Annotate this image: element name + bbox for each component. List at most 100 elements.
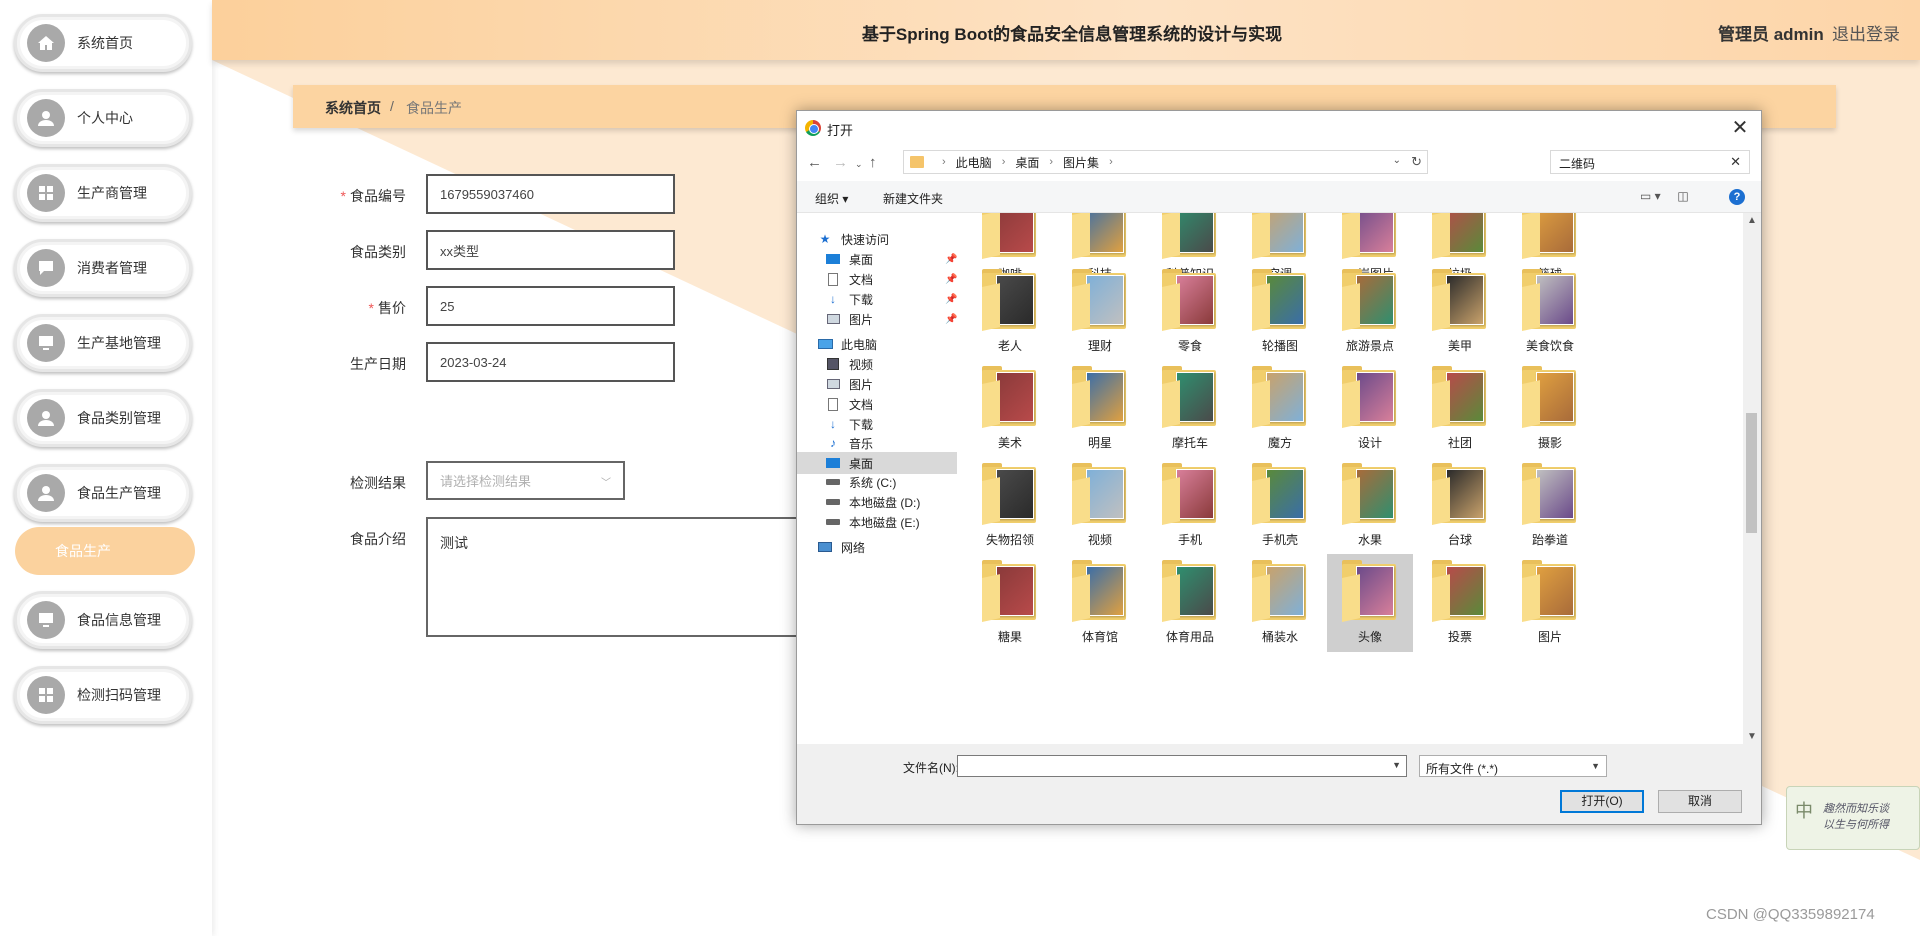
filename-input[interactable]: ▼ (957, 755, 1407, 777)
nav-item[interactable]: 此电脑 (797, 333, 957, 355)
nav-item[interactable]: ♪ 音乐 (797, 432, 957, 454)
nav-item[interactable]: 图片 (797, 373, 957, 395)
nav-item[interactable]: 文档 📌 (797, 268, 957, 290)
filetype-select[interactable]: 所有文件 (*.*) ▼ (1419, 755, 1607, 777)
address-bar[interactable]: › 此电脑 › 桌面 › 图片集 › ⌄ ↻ (903, 150, 1428, 174)
sidebar-item[interactable]: 食品信息管理 (14, 591, 192, 649)
folder-item[interactable]: 跆拳道 (1507, 457, 1593, 555)
chevron-down-icon[interactable]: ▼ (1392, 760, 1401, 770)
address-segment[interactable]: 图片集 (1063, 154, 1099, 171)
folder-icon (1342, 463, 1398, 525)
folder-name: 手机壳 (1261, 533, 1298, 547)
search-input[interactable]: 二维码 ✕ (1550, 150, 1750, 174)
up-arrow-icon[interactable]: ↑ (869, 154, 877, 171)
folder-item[interactable]: 水果 (1327, 457, 1413, 555)
watermark: CSDN @QQ3359892174 (1706, 906, 1875, 923)
folder-item[interactable]: 魔方 (1237, 360, 1323, 458)
help-icon[interactable]: ? (1729, 189, 1745, 205)
sidebar-item[interactable]: 消费者管理 (14, 239, 192, 297)
food-intro-textarea[interactable]: 测试 (426, 517, 806, 637)
nav-item[interactable]: 本地磁盘 (E:) (797, 511, 957, 533)
scrollbar-thumb[interactable] (1746, 413, 1757, 533)
folder-item[interactable]: 美食饮食 (1507, 263, 1593, 361)
food-code-input[interactable]: 1679559037460 (426, 174, 675, 214)
folder-item[interactable]: 理财 (1057, 263, 1143, 361)
folder-item[interactable]: 美甲 (1417, 263, 1503, 361)
folder-item[interactable]: 老人 (967, 263, 1053, 361)
price-input[interactable]: 25 (426, 286, 675, 326)
folder-item[interactable]: 旅游景点 (1327, 263, 1413, 361)
sidebar-sub-item-food-production[interactable]: 食品生产 (15, 527, 195, 575)
nav-item[interactable]: 文档 (797, 393, 957, 415)
folder-name: 美术 (997, 436, 1022, 450)
chevron-down-icon: ▼ (1591, 761, 1600, 771)
recent-dropdown-icon[interactable]: ⌄ (855, 159, 863, 170)
folder-item[interactable]: 摩托车 (1147, 360, 1233, 458)
sidebar-item[interactable]: 系统首页 (14, 14, 192, 72)
folder-item[interactable]: 明星 (1057, 360, 1143, 458)
nav-item[interactable]: 图片 📌 (797, 308, 957, 330)
new-folder-button[interactable]: 新建文件夹 (883, 190, 943, 207)
sidebar-item[interactable]: 食品生产管理 (14, 464, 192, 522)
folder-item[interactable]: 社团 (1417, 360, 1503, 458)
scroll-down-icon[interactable]: ▼ (1747, 731, 1757, 742)
nav-item[interactable]: 本地磁盘 (D:) (797, 491, 957, 513)
folder-name: 手机 (1177, 533, 1202, 547)
back-arrow-icon[interactable]: ← (807, 154, 822, 171)
chevron-right-icon: › (1109, 156, 1113, 168)
open-button[interactable]: 打开(O) (1560, 790, 1644, 813)
folder-icon (982, 213, 1038, 259)
sidebar-item[interactable]: 个人中心 (14, 89, 192, 147)
folder-icon (1252, 366, 1308, 428)
production-date-input[interactable]: 2023-03-24 (426, 342, 675, 382)
folder-item[interactable]: 设计 (1327, 360, 1413, 458)
folder-item[interactable]: 体育馆 (1057, 554, 1143, 652)
sidebar-item[interactable]: 食品类别管理 (14, 389, 192, 447)
nav-item[interactable]: 网络 (797, 536, 957, 558)
folder-item[interactable]: 零食 (1147, 263, 1233, 361)
sidebar-item[interactable]: 生产基地管理 (14, 314, 192, 372)
logout-link[interactable]: 退出登录 (1832, 20, 1900, 45)
nav-item[interactable]: ★ 快速访问 (797, 228, 957, 250)
folder-item[interactable]: 美术 (967, 360, 1053, 458)
folder-item[interactable]: 糖果 (967, 554, 1053, 652)
folder-item[interactable]: 投票 (1417, 554, 1503, 652)
folder-item[interactable]: 视频 (1057, 457, 1143, 555)
chevron-down-icon[interactable]: ⌄ (1393, 155, 1401, 166)
folder-item[interactable]: 失物招领 (967, 457, 1053, 555)
ime-widget[interactable]: 中 趣然而知乐谈 以生与何所得 (1786, 786, 1920, 850)
cancel-button[interactable]: 取消 (1658, 790, 1742, 813)
close-icon[interactable]: ✕ (1727, 115, 1753, 140)
test-result-select[interactable]: 请选择检测结果 ﹀ (426, 461, 625, 500)
sidebar-item[interactable]: 检测扫码管理 (14, 666, 192, 724)
folder-item[interactable]: 轮播图 (1237, 263, 1323, 361)
food-category-input[interactable]: xx类型 (426, 230, 675, 270)
folder-item[interactable]: 体育用品 (1147, 554, 1233, 652)
clear-icon[interactable]: ✕ (1730, 154, 1741, 170)
home-icon (27, 24, 65, 62)
folder-item[interactable]: 手机壳 (1237, 457, 1323, 555)
nav-item[interactable]: 视频 (797, 353, 957, 375)
nav-item[interactable]: ↓ 下载 📌 (797, 288, 957, 310)
breadcrumb-separator: / (390, 98, 394, 114)
folder-item[interactable]: 台球 (1417, 457, 1503, 555)
sidebar-item[interactable]: 生产商管理 (14, 164, 192, 222)
folder-item[interactable]: 桶装水 (1237, 554, 1323, 652)
nav-item[interactable]: 桌面 📌 (797, 248, 957, 270)
folder-icon (1162, 463, 1218, 525)
folder-name: 设计 (1357, 436, 1382, 450)
forward-arrow-icon[interactable]: → (833, 154, 848, 171)
address-segment[interactable]: 此电脑 (956, 154, 992, 171)
nav-item[interactable]: 系统 (C:) (797, 471, 957, 493)
folder-item[interactable]: 图片 (1507, 554, 1593, 652)
address-segment[interactable]: 桌面 (1015, 154, 1039, 171)
breadcrumb-home[interactable]: 系统首页 (325, 98, 381, 118)
folder-item[interactable]: 手机 (1147, 457, 1233, 555)
folder-item[interactable]: 头像 (1327, 554, 1413, 652)
refresh-icon[interactable]: ↻ (1411, 154, 1422, 170)
folder-item[interactable]: 摄影 (1507, 360, 1593, 458)
view-options-icon[interactable]: ▭ ▾ ◫ (1640, 189, 1689, 203)
organize-button[interactable]: 组织 ▾ (815, 190, 848, 207)
vertical-scrollbar[interactable]: ▲ ▼ (1743, 213, 1760, 744)
scroll-up-icon[interactable]: ▲ (1747, 215, 1757, 226)
